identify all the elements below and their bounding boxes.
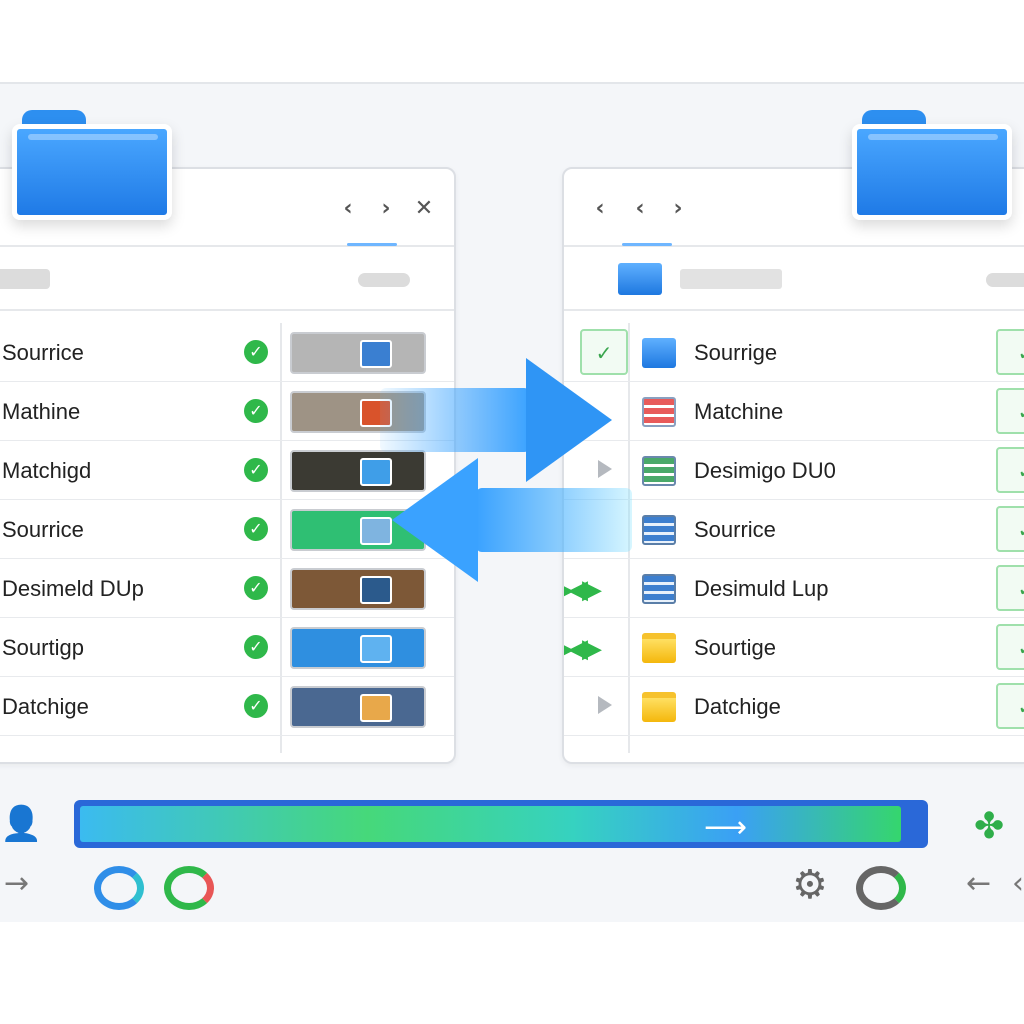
check-icon: ✓	[244, 635, 268, 659]
edge-arrow-icon[interactable]: ‹	[1012, 866, 1024, 901]
back-arrow-icon[interactable]: ←	[966, 866, 991, 901]
row-checkbox[interactable]: ✓	[996, 624, 1024, 670]
row-checkbox[interactable]: ✓	[996, 447, 1024, 493]
file-name: Sourrice	[2, 340, 84, 365]
thumbnail	[290, 686, 426, 728]
sync-arrows-icon: ◀▶◀▶	[564, 634, 602, 664]
list-item[interactable]: Sourrice ✓	[564, 500, 1024, 559]
file-name: Datchige	[2, 694, 89, 719]
destination-folder-icon	[852, 110, 1012, 220]
list-item[interactable]: ◀▶◀▶ Desimuld Lup ✓	[564, 559, 1024, 618]
user-icon[interactable]: 👤	[0, 804, 42, 844]
file-name: Sourtige	[694, 635, 776, 660]
document-icon	[642, 397, 676, 427]
close-icon[interactable]: ✕	[410, 195, 438, 223]
scroll-handle[interactable]	[986, 273, 1024, 287]
source-panel-toolbar	[0, 247, 454, 311]
back-alt-icon[interactable]: ‹	[626, 195, 654, 223]
status-ring-icon[interactable]	[164, 866, 214, 910]
check-icon: ✓	[244, 694, 268, 718]
back-icon[interactable]: ‹	[586, 195, 614, 223]
forward-icon[interactable]: ›	[372, 195, 400, 223]
back-icon[interactable]: ‹	[334, 195, 362, 223]
thumbnail	[290, 627, 426, 669]
file-name: Desimuld Lup	[694, 576, 829, 601]
check-icon: ✓	[244, 576, 268, 600]
sync-progress-fill	[80, 806, 901, 842]
check-icon: ✓	[244, 517, 268, 541]
list-item[interactable]: Datchige ✓	[564, 677, 1024, 736]
forward-arrow-icon[interactable]: →	[4, 866, 29, 901]
sync-progress-bar	[74, 800, 928, 848]
check-icon: ✓	[244, 340, 268, 364]
source-folder-icon	[12, 110, 172, 220]
titlebar-accent	[347, 243, 397, 246]
list-item[interactable]: Desimeld DUp ✓	[0, 559, 454, 618]
scroll-handle[interactable]	[358, 273, 410, 287]
list-item[interactable]: Datchige ✓	[0, 677, 454, 736]
file-name: Desimigo DU0	[694, 458, 836, 483]
forward-icon[interactable]: ›	[664, 195, 692, 223]
list-item[interactable]: Desimigo DU0 ✓	[564, 441, 1024, 500]
row-checkbox[interactable]: ✓	[996, 388, 1024, 434]
check-icon: ✓	[244, 399, 268, 423]
path-field[interactable]	[680, 269, 782, 289]
titlebar-accent	[622, 243, 672, 246]
row-checkbox[interactable]: ✓	[996, 329, 1024, 375]
file-name: Sourrice	[2, 517, 84, 542]
folder-icon[interactable]	[618, 263, 662, 295]
list-item[interactable]: Sourtigp ✓	[0, 618, 454, 677]
check-icon: ✓	[244, 458, 268, 482]
file-name: Datchige	[694, 694, 781, 719]
gear-icon[interactable]: ⚙	[792, 862, 828, 908]
sync-ring-icon[interactable]	[94, 866, 144, 910]
expand-icon[interactable]	[598, 696, 612, 714]
document-icon	[642, 515, 676, 545]
shield-folder-icon	[642, 338, 676, 368]
sync-left-arrow-icon	[392, 448, 632, 582]
document-icon	[642, 456, 676, 486]
list-item[interactable]: ◀▶◀▶ Sourtige ✓	[564, 618, 1024, 677]
progress-arrow-icon: ⟶	[704, 810, 748, 845]
file-name: Sourtigp	[2, 635, 84, 660]
file-name: Desimeld DUp	[2, 576, 144, 601]
sync-arrows-icon: ◀▶◀▶	[564, 575, 602, 605]
sync-ring-icon[interactable]	[856, 866, 906, 910]
row-checkbox[interactable]: ✓	[996, 683, 1024, 729]
file-name: Matchine	[694, 399, 784, 424]
folder-icon	[642, 692, 676, 722]
list-item[interactable]: Sourrice ✓	[0, 500, 454, 559]
path-field[interactable]	[0, 269, 50, 289]
destination-panel-toolbar	[564, 247, 1024, 311]
file-name: Sourrige	[694, 340, 778, 365]
file-name: Mathine	[2, 399, 81, 424]
row-checkbox[interactable]: ✓	[996, 565, 1024, 611]
puzzle-icon[interactable]: ✤	[974, 806, 1004, 847]
file-name: Sourrice	[694, 517, 776, 542]
document-icon	[642, 574, 676, 604]
list-item[interactable]: Matchine ✓	[564, 382, 1024, 441]
file-name: Matchigd	[2, 458, 92, 483]
bottom-toolbar: → ⚙ ← ‹	[0, 858, 1024, 922]
row-checkbox[interactable]: ✓	[996, 506, 1024, 552]
folder-icon	[642, 633, 676, 663]
list-item[interactable]: ✓Sourrige✓	[564, 323, 1024, 382]
